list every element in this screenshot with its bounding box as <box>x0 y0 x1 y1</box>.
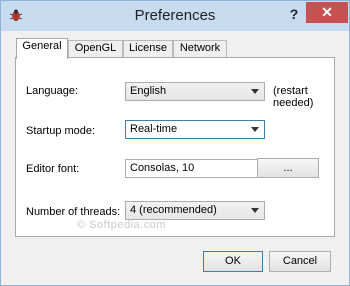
editor-font-label: Editor font: <box>26 163 80 175</box>
tab-general[interactable]: General <box>16 38 68 59</box>
startup-mode-label: Startup mode: <box>26 125 96 137</box>
language-value: English <box>130 85 167 97</box>
watermark: © Softpedia.com <box>77 219 166 231</box>
startup-mode-value: Real-time <box>130 123 178 135</box>
threads-value: 4 (recommended) <box>130 204 217 216</box>
language-label: Language: <box>26 85 78 97</box>
font-browse-button[interactable]: ... <box>257 158 319 178</box>
tab-opengl[interactable]: OpenGL <box>68 40 123 57</box>
threads-select[interactable]: 4 (recommended) <box>125 201 265 220</box>
title-bar: Preferences ? ✕ <box>1 1 349 31</box>
help-button[interactable]: ? <box>283 4 305 24</box>
chevron-down-icon <box>251 127 259 132</box>
preferences-window: Preferences ? ✕ General OpenGL License N… <box>0 0 350 286</box>
chevron-down-icon <box>251 89 259 94</box>
tab-network[interactable]: Network <box>173 40 227 57</box>
cancel-button[interactable]: Cancel <box>269 251 331 272</box>
threads-label: Number of threads: <box>26 206 121 218</box>
general-panel: Language: English (restart needed) Start… <box>15 57 335 237</box>
close-button[interactable]: ✕ <box>306 2 348 23</box>
startup-mode-select[interactable]: Real-time <box>125 120 265 139</box>
editor-font-field[interactable]: Consolas, 10 <box>125 159 265 178</box>
restart-note: (restart needed) <box>273 85 314 109</box>
chevron-down-icon <box>251 208 259 213</box>
tab-license[interactable]: License <box>123 40 173 57</box>
ok-button[interactable]: OK <box>203 251 263 272</box>
language-select[interactable]: English <box>125 82 265 101</box>
